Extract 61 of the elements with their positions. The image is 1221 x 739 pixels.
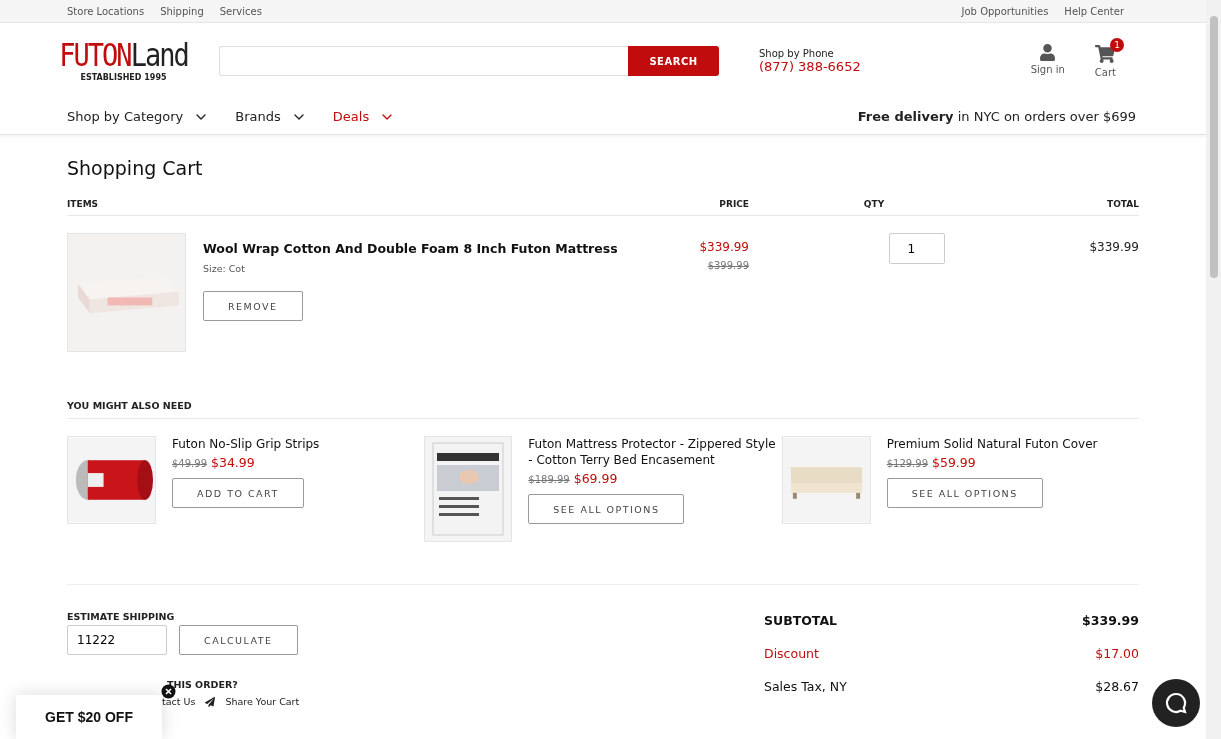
quantity-field[interactable]: 1	[888, 233, 945, 264]
calculate-button[interactable]: CALCULATE	[179, 625, 298, 655]
summary-value: $339.99	[1082, 613, 1139, 628]
section-title: ESTIMATE SHIPPING	[67, 611, 176, 622]
zip-field[interactable]: 11222	[67, 625, 167, 655]
original-price: $129.99	[886, 458, 928, 469]
add-to-cart-button[interactable]: ADD TO CART	[172, 478, 304, 508]
sign-in-link[interactable]: Sign in	[1030, 44, 1065, 78]
section-title: YOU MIGHT ALSO NEED	[67, 400, 1139, 419]
cart-icon	[1095, 44, 1116, 64]
search-button[interactable]: SEARCH	[628, 46, 719, 76]
summary-value: $28.67	[1095, 679, 1139, 694]
sale-price: $59.99	[932, 455, 976, 470]
nav-menu[interactable]: Brands	[235, 108, 307, 125]
summary-label: SUBTOTAL	[764, 613, 838, 628]
page-title: Shopping Cart	[67, 157, 204, 179]
top-link[interactable]: Services	[219, 5, 262, 17]
sale-price: $69.99	[573, 471, 618, 486]
contact-link[interactable]: tact Us	[162, 696, 196, 707]
column-header: PRICE	[718, 199, 749, 209]
top-link[interactable]: Store Locations	[67, 5, 145, 17]
top-link[interactable]: Help Center	[1064, 5, 1124, 17]
nav-menu[interactable]: Deals	[332, 108, 396, 125]
phone-label: Shop by Phone	[759, 48, 835, 59]
logo[interactable]: FUTONLand	[59, 38, 188, 73]
product-name[interactable]: Premium Solid Natural Futon Cover	[886, 436, 1137, 452]
chat-button[interactable]	[1152, 679, 1200, 727]
line-total: $339.99	[1088, 239, 1139, 254]
product-name[interactable]: Futon Mattress Protector - Zippered Style - Cotton Terry Bed Encasement	[528, 436, 779, 468]
discount-popup[interactable]: GET $20 OFF	[16, 695, 162, 739]
product-name[interactable]: Futon No-Slip Grip Strips	[172, 436, 422, 452]
cart-count-badge: 1	[1110, 38, 1124, 52]
original-price: $49.99	[172, 458, 207, 469]
options-button[interactable]: SEE ALL OPTIONS	[886, 478, 1043, 508]
summary-label: Discount	[764, 646, 819, 661]
options-button[interactable]: SEE ALL OPTIONS	[528, 494, 685, 524]
send-icon	[205, 696, 216, 707]
summary-label: Sales Tax, NY	[764, 679, 847, 694]
phone-link[interactable]: (877) 388-6652	[759, 59, 861, 74]
sale-price: $339.99	[699, 240, 749, 254]
cart-link[interactable]: Cart 1	[1086, 38, 1124, 78]
column-header: ITEMS	[67, 199, 100, 209]
delivery-promo: Free delivery in NYC on orders over $699	[857, 109, 1136, 124]
chat-icon	[1164, 691, 1188, 715]
column-header: QTY	[862, 199, 886, 209]
logo-tagline: ESTABLISHED 1995	[80, 72, 167, 82]
search-field[interactable]	[219, 46, 628, 76]
product-name[interactable]: Wool Wrap Cotton And Double Foam 8 Inch Futon Mattress	[203, 241, 618, 256]
original-price: $399.99	[707, 260, 749, 271]
remove-button[interactable]: REMOVE	[203, 291, 303, 321]
product-size: Size: Cot	[203, 263, 246, 274]
original-price: $189.99	[528, 474, 570, 485]
top-link[interactable]: Shipping	[160, 5, 204, 17]
scrollbar[interactable]	[1206, 0, 1221, 739]
top-link[interactable]: Job Opportunities	[961, 5, 1049, 17]
summary-value: $17.00	[1095, 646, 1139, 661]
user-icon	[1039, 44, 1057, 61]
share-cart-link[interactable]: Share Your Cart	[225, 696, 300, 707]
nav-menu[interactable]: Shop by Category	[67, 108, 210, 125]
column-header: TOTAL	[1106, 199, 1139, 209]
sale-price: $34.99	[211, 455, 255, 470]
